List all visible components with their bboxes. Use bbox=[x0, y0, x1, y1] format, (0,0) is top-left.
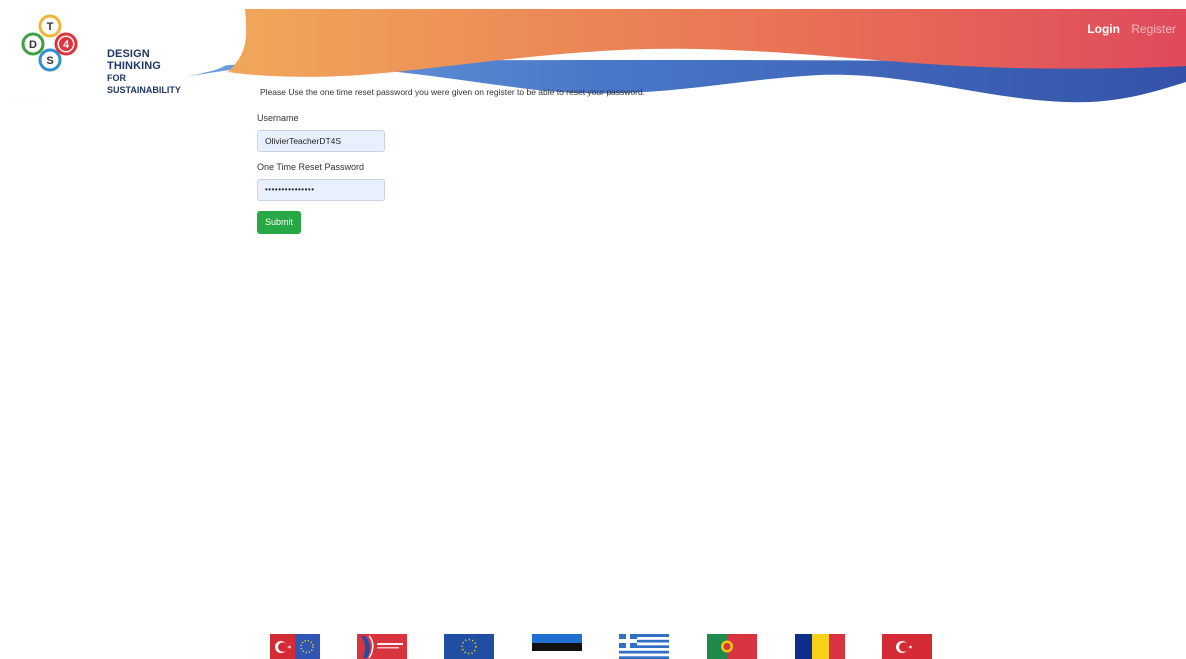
login-link[interactable]: Login bbox=[1087, 22, 1120, 36]
eu-flag bbox=[444, 634, 494, 659]
reset-password-form: Username OlivierTeacherDT4S One Time Res… bbox=[257, 113, 385, 234]
reset-notice: Please Use the one time reset password y… bbox=[260, 87, 646, 97]
register-link[interactable]: Register bbox=[1131, 22, 1176, 36]
reset-password-label: One Time Reset Password bbox=[257, 162, 365, 172]
logo-letter-s: S bbox=[46, 55, 53, 67]
reset-password-input[interactable]: ••••••••••••••• bbox=[257, 179, 385, 201]
logo-letter-t: T bbox=[47, 21, 54, 33]
partner-flags-footer bbox=[0, 634, 1186, 659]
logo-subtitle: FOR SUSTAINABILITY bbox=[107, 73, 181, 95]
portugal-flag bbox=[707, 634, 757, 659]
header-banner: T 4 S D DESIGN THINKING FOR SUSTAINABILI… bbox=[0, 0, 1186, 130]
logo-letter-4: 4 bbox=[63, 39, 70, 51]
logo-title: DESIGN THINKING bbox=[107, 48, 161, 72]
estonia-flag bbox=[532, 634, 582, 659]
turkish-national-agency-logo bbox=[357, 634, 407, 659]
username-label: Username bbox=[257, 113, 299, 123]
turkey-flag-2 bbox=[882, 634, 932, 659]
romania-flag bbox=[795, 634, 845, 659]
dt4s-logo[interactable]: T 4 S D DESIGN THINKING FOR SUSTAINABILI… bbox=[20, 14, 190, 95]
greece-flag bbox=[619, 634, 669, 659]
dt4s-logo-mark: T 4 S D bbox=[21, 14, 78, 72]
turkey-flag bbox=[270, 634, 320, 659]
username-input[interactable]: OlivierTeacherDT4S bbox=[257, 130, 385, 152]
submit-button[interactable]: Submit bbox=[257, 211, 302, 234]
top-nav: Login Register bbox=[1079, 22, 1176, 36]
logo-text: DESIGN THINKING FOR SUSTAINABILITY bbox=[107, 48, 190, 96]
logo-letter-d: D bbox=[29, 39, 37, 51]
